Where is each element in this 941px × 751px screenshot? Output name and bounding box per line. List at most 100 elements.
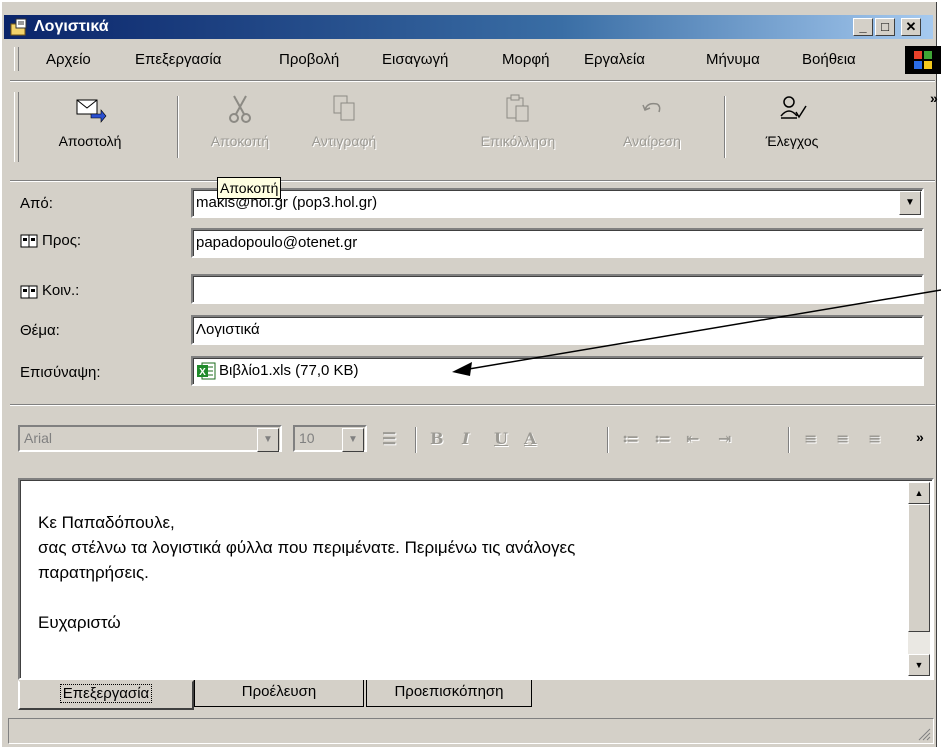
decrease-indent-icon[interactable]: ⇤ xyxy=(686,429,699,448)
format-separator xyxy=(788,427,790,453)
vertical-scrollbar[interactable]: ▲ ▼ xyxy=(908,482,930,676)
cut-label: Αποκοπή xyxy=(210,133,270,149)
send-label: Αποστολή xyxy=(58,133,122,149)
check-names-label: Έλεγχος xyxy=(765,133,819,149)
address-book-icon[interactable] xyxy=(20,284,38,300)
title-bar[interactable]: Λογιστικά _ □ ✕ xyxy=(4,15,933,39)
scroll-thumb[interactable] xyxy=(908,504,930,632)
window-title: Λογιστικά xyxy=(34,18,109,35)
menu-format[interactable]: Μορφή xyxy=(502,51,549,68)
font-dropdown-icon[interactable]: ▼ xyxy=(257,428,279,452)
attach-label: Επισύναψη: xyxy=(20,364,101,381)
menu-message[interactable]: Μήνυμα xyxy=(706,51,760,68)
toolbar-grip[interactable] xyxy=(14,92,19,162)
copy-icon xyxy=(333,95,355,121)
excel-file-icon[interactable]: X xyxy=(196,362,216,380)
main-toolbar: Αποστολή Αποκοπή Αντιγραφή Επικόλληση Αν xyxy=(10,82,938,178)
body-line: παρατηρήσεις. xyxy=(38,563,149,582)
menu-help[interactable]: Βοήθεια xyxy=(802,51,856,68)
menubar-grip[interactable] xyxy=(14,47,19,71)
font-value: Arial xyxy=(24,430,53,446)
bullet-list-icon[interactable]: ≔ xyxy=(654,429,671,448)
send-button[interactable]: Αποστολή xyxy=(48,92,132,149)
paste-icon xyxy=(506,94,529,122)
body-line: Ευχαριστώ xyxy=(38,613,121,632)
size-dropdown-icon[interactable]: ▼ xyxy=(342,428,364,452)
increase-indent-icon[interactable]: ⇥ xyxy=(718,429,731,448)
message-text[interactable]: Κε Παπαδόπουλε, σας στέλνω τα λογιστικά … xyxy=(38,510,575,635)
windows-logo-icon xyxy=(905,46,941,74)
paste-button[interactable]: Επικόλληση xyxy=(466,92,570,149)
send-icon xyxy=(76,99,107,123)
numbered-list-icon[interactable]: ≔ xyxy=(622,429,639,448)
check-names-icon xyxy=(780,96,807,119)
format-separator xyxy=(415,427,417,453)
tab-source[interactable]: Προέλευση xyxy=(194,680,364,707)
menu-bar: Αρχείο Επεξεργασία Προβολή Εισαγωγή Μορφ… xyxy=(10,44,941,74)
menu-tools[interactable]: Εργαλεία xyxy=(584,51,645,68)
body-line: σας στέλνω τα λογιστικά φύλλα που περιμέ… xyxy=(38,538,576,557)
cc-label[interactable]: Κοιν.: xyxy=(42,282,79,299)
undo-label: Αναίρεση xyxy=(623,133,681,149)
align-left-icon[interactable]: ≡ xyxy=(804,429,817,448)
cc-field[interactable] xyxy=(191,274,924,304)
view-tabs: Επεξεργασία Προέλευση Προεπισκόπηση xyxy=(18,680,934,710)
attach-field[interactable]: X Βιβλίο1.xls (77,0 KB) xyxy=(191,356,924,386)
svg-text:X: X xyxy=(199,367,206,378)
tab-edit[interactable]: Επεξεργασία xyxy=(18,680,194,710)
message-body[interactable]: Κε Παπαδόπουλε, σας στέλνω τα λογιστικά … xyxy=(18,478,934,680)
body-line xyxy=(38,585,575,610)
size-value: 10 xyxy=(299,430,315,446)
toolbar-separator xyxy=(177,96,179,158)
toolbar-separator-bottom xyxy=(10,180,935,182)
check-names-button[interactable]: Έλεγχος xyxy=(744,92,840,149)
subject-field[interactable]: Λογιστικά xyxy=(191,315,924,345)
cut-button[interactable]: Αποκοπή xyxy=(200,92,280,149)
subject-label: Θέμα: xyxy=(20,322,60,339)
menu-view[interactable]: Προβολή xyxy=(279,51,339,68)
minimize-button[interactable]: _ xyxy=(853,18,873,36)
header-separator xyxy=(10,404,935,406)
toolbar-overflow-chevron[interactable]: » xyxy=(930,90,938,106)
status-bar xyxy=(8,718,934,744)
scissors-icon xyxy=(229,95,251,123)
maximize-button[interactable]: □ xyxy=(875,18,895,36)
menu-edit[interactable]: Επεξεργασία xyxy=(135,51,221,68)
subject-value: Λογιστικά xyxy=(196,321,260,338)
to-field[interactable]: papadopoulo@otenet.gr xyxy=(191,228,924,258)
from-label: Από: xyxy=(20,195,53,212)
menu-file[interactable]: Αρχείο xyxy=(46,51,91,68)
tab-preview[interactable]: Προεπισκόπηση xyxy=(366,680,532,707)
undo-button[interactable]: Αναίρεση xyxy=(604,92,700,149)
align-center-icon[interactable]: ≡ xyxy=(836,429,849,448)
compose-mail-icon xyxy=(10,18,27,36)
undo-icon xyxy=(642,102,661,113)
scroll-down-icon[interactable]: ▼ xyxy=(908,654,930,676)
attachment-item[interactable]: Βιβλίο1.xls (77,0 KB) xyxy=(219,358,359,384)
close-button[interactable]: ✕ xyxy=(901,18,921,36)
to-label[interactable]: Προς: xyxy=(42,232,81,249)
address-book-icon[interactable] xyxy=(20,233,38,249)
menu-insert[interactable]: Εισαγωγή xyxy=(382,51,448,68)
scroll-up-icon[interactable]: ▲ xyxy=(908,482,930,504)
toolbar-separator xyxy=(724,96,726,158)
resize-grip-icon[interactable] xyxy=(917,727,931,741)
copy-label: Αντιγραφή xyxy=(311,133,377,149)
align-right-icon[interactable]: ≡ xyxy=(868,429,881,448)
font-color-icon[interactable]: A xyxy=(524,429,536,448)
paste-label: Επικόλληση xyxy=(480,133,556,149)
underline-button[interactable]: U xyxy=(494,429,508,448)
size-select[interactable]: 10 ▼ xyxy=(293,425,367,452)
paragraph-style-icon[interactable]: ☰ xyxy=(382,429,396,448)
format-overflow-chevron[interactable]: » xyxy=(916,429,924,445)
format-separator xyxy=(607,427,609,453)
italic-button[interactable]: I xyxy=(462,429,469,448)
cut-tooltip: Αποκοπή xyxy=(217,177,282,199)
bold-button[interactable]: B xyxy=(430,429,444,448)
from-dropdown-icon[interactable]: ▼ xyxy=(899,191,921,215)
from-select[interactable]: makis@hol.gr (pop3.hol.gr) ▼ xyxy=(191,188,924,218)
format-toolbar: Arial ▼ 10 ▼ ☰ B I U A ≔ ≔ ⇤ ⇥ ≡ ≡ ≡ » xyxy=(10,412,935,456)
font-select[interactable]: Arial ▼ xyxy=(18,425,282,452)
body-line: Κε Παπαδόπουλε, xyxy=(38,513,175,532)
copy-button[interactable]: Αντιγραφή xyxy=(292,92,396,149)
